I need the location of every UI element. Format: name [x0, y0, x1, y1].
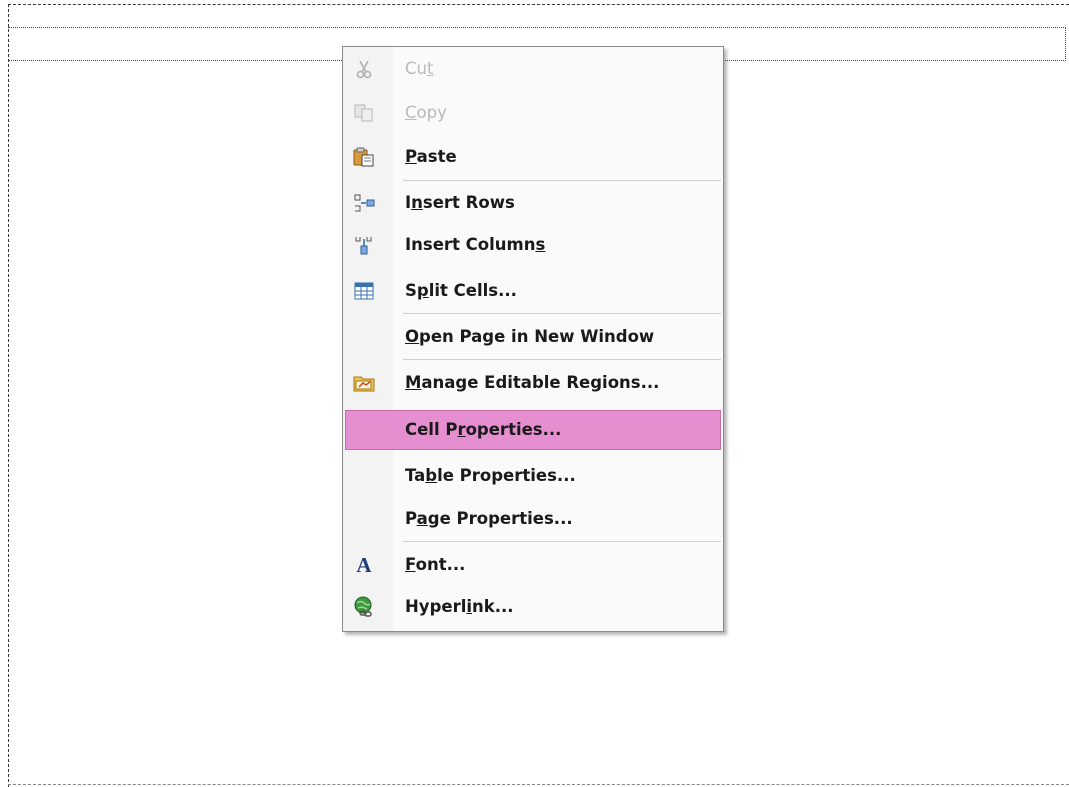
menu-separator: [403, 359, 721, 360]
context-menu: Cut Copy Paste Insert Rows Insert Column…: [342, 46, 724, 632]
menu-item-cut[interactable]: Cut: [345, 49, 721, 89]
paste-icon: [353, 147, 375, 167]
copy-icon: [353, 103, 375, 123]
menu-separator: [403, 541, 721, 542]
menu-item-label: Insert Columns: [405, 235, 546, 254]
menu-item-manage-editable-regions[interactable]: Manage Editable Regions...: [345, 363, 721, 403]
menu-item-label: Cell Properties...: [405, 420, 562, 439]
menu-item-label: Cut: [405, 59, 434, 78]
scissors-icon: [353, 59, 375, 79]
menu-item-label: Paste: [405, 147, 457, 166]
menu-item-label: Page Properties...: [405, 509, 573, 528]
menu-item-insert-columns[interactable]: Insert Columns: [345, 225, 721, 265]
menu-item-label: Table Properties...: [405, 466, 576, 485]
menu-item-paste[interactable]: Paste: [345, 137, 721, 177]
font-icon: A: [356, 553, 372, 577]
menu-item-cell-properties[interactable]: Cell Properties...: [345, 410, 721, 450]
menu-item-label: Split Cells...: [405, 281, 517, 300]
menu-item-label: Insert Rows: [405, 193, 515, 212]
regions-icon: [353, 373, 375, 393]
menu-item-label: Hyperlink...: [405, 597, 514, 616]
insert-rows-icon: [353, 193, 375, 213]
table-cell-border-bottom: [8, 784, 1069, 785]
menu-item-label: Font...: [405, 555, 466, 574]
menu-item-label: Open Page in New Window: [405, 327, 655, 346]
menu-item-hyperlink[interactable]: Hyperlink...: [345, 587, 721, 627]
hyperlink-icon: [353, 596, 375, 617]
menu-item-copy[interactable]: Copy: [345, 93, 721, 133]
split-cells-icon: [353, 281, 375, 301]
menu-item-font[interactable]: A Font...: [345, 545, 721, 585]
menu-separator: [403, 313, 721, 314]
menu-item-page-properties[interactable]: Page Properties...: [345, 499, 721, 539]
menu-item-table-properties[interactable]: Table Properties...: [345, 456, 721, 496]
insert-columns-icon: [353, 235, 375, 255]
menu-item-label: Copy: [405, 103, 447, 122]
menu-item-label: Manage Editable Regions...: [405, 373, 660, 392]
menu-item-insert-rows[interactable]: Insert Rows: [345, 183, 721, 223]
menu-item-split-cells[interactable]: Split Cells...: [345, 271, 721, 311]
menu-separator: [403, 180, 721, 181]
menu-item-open-page-new-window[interactable]: Open Page in New Window: [345, 317, 721, 357]
